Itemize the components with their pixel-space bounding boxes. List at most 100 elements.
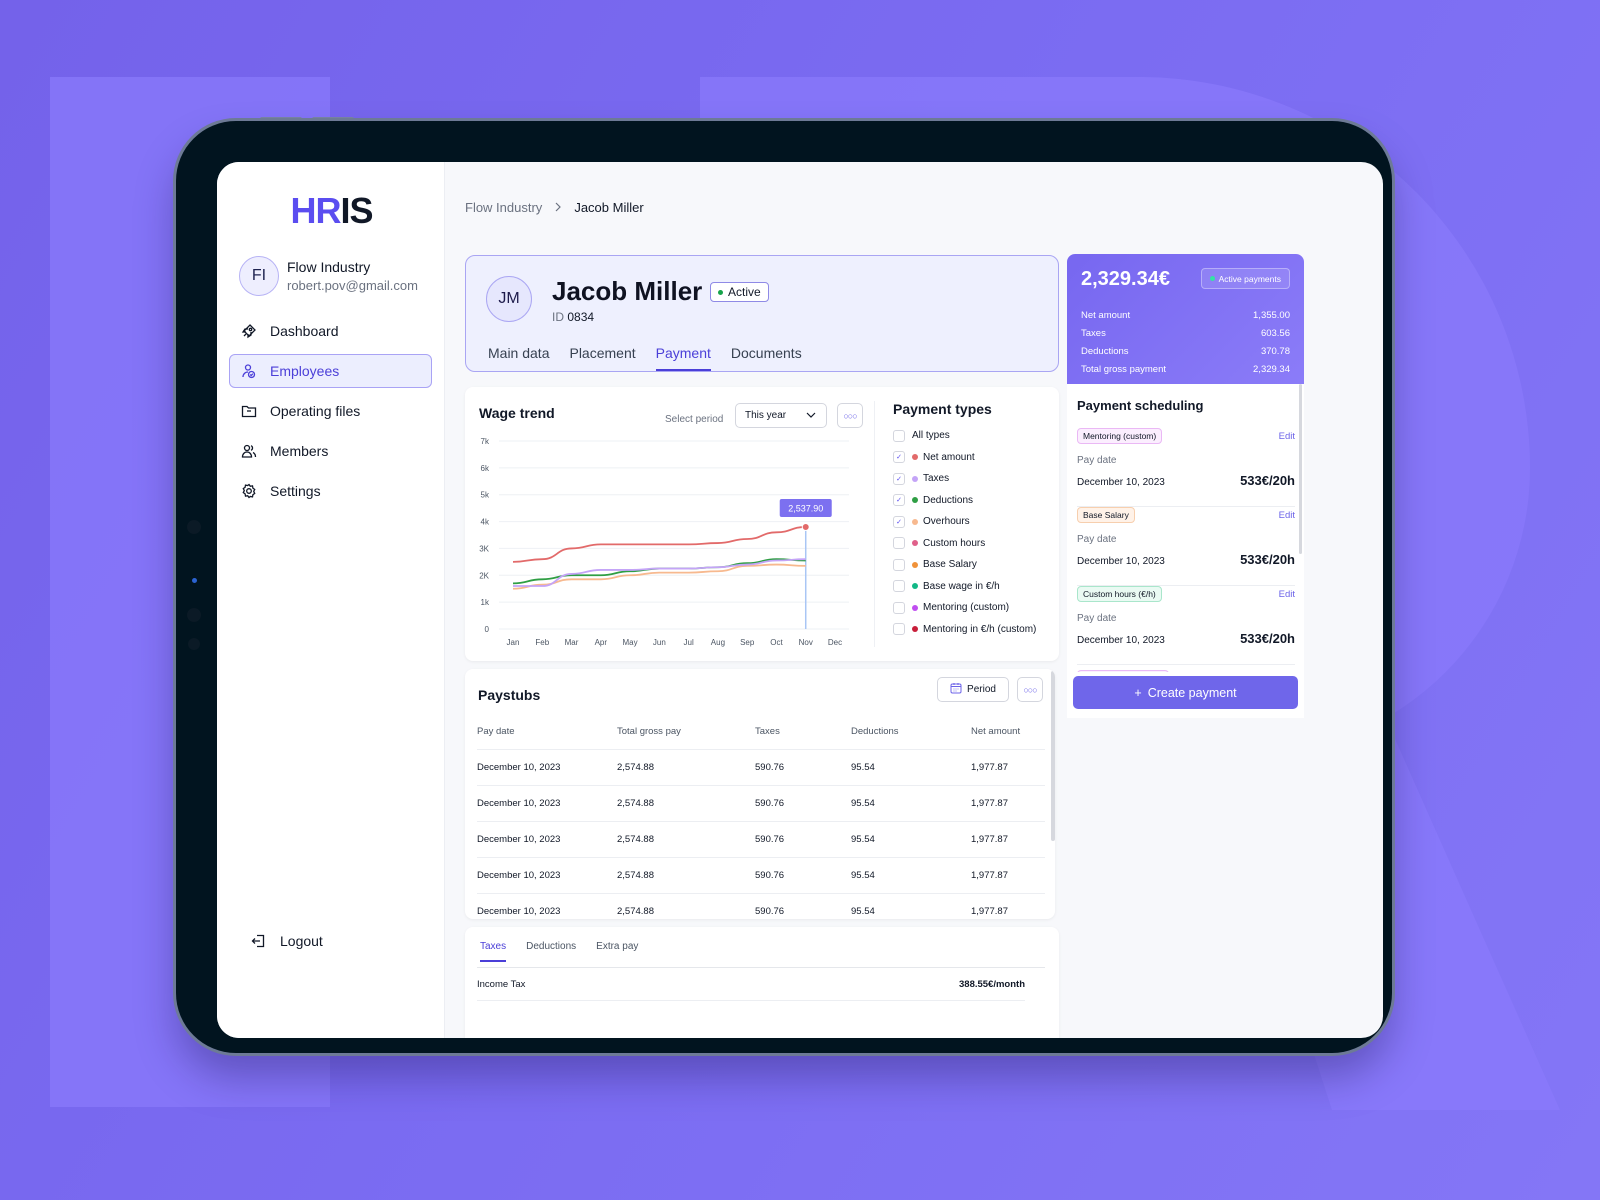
paystubs-more-button[interactable]: ○○○ (1017, 677, 1043, 702)
sidebar: H R IS FI Flow Industry robert.pov@gmail.c… (217, 162, 445, 1038)
organization-profile[interactable]: FI Flow Industry robert.pov@gmail.com (229, 256, 432, 296)
column-header[interactable]: Total gross pay (617, 715, 755, 750)
create-payment-button[interactable]: + Create payment (1073, 676, 1298, 709)
breadcrumb-parent[interactable]: Flow Industry (465, 200, 542, 215)
table-cell: December 10, 2023 (477, 857, 617, 894)
checkbox[interactable] (893, 429, 905, 442)
gear-icon (240, 482, 258, 500)
tab-main-data[interactable]: Main data (488, 345, 549, 371)
column-header[interactable]: Taxes (755, 715, 851, 750)
color-dot-icon (912, 540, 918, 547)
edit-link[interactable]: Edit (1279, 431, 1295, 442)
tab-documents[interactable]: Documents (731, 345, 802, 371)
checkbox-checked[interactable]: ✓ (893, 515, 905, 528)
logout-button[interactable]: Logout (239, 924, 324, 958)
payment-types-title: Payment types (893, 401, 992, 417)
payment-type-item[interactable]: Custom hours (893, 533, 1036, 555)
payment-type-item[interactable]: ✓ Taxes (893, 468, 1036, 490)
summary-row: Deductions 370.78 (1081, 342, 1290, 360)
payment-type-label: Base wage in €/h (923, 580, 1000, 592)
table-row[interactable]: December 10, 2023 2,574.88 590.76 95.54 1,97… (477, 749, 1045, 786)
payment-type-item[interactable]: ✓ Deductions (893, 490, 1036, 512)
x-tick-label: May (623, 638, 638, 647)
sidebar-item-members[interactable]: Members (229, 434, 432, 468)
sidebar-item-dashboard[interactable]: Dashboard (229, 314, 432, 348)
pay-rate: 533€/20h (1240, 473, 1295, 488)
employee-name: Jacob Miller (552, 276, 703, 306)
tag-pill: Custom hours (€/h) (1077, 586, 1162, 602)
table-row[interactable]: December 10, 2023 2,574.88 590.76 95.54 1,97… (477, 893, 1045, 919)
org-avatar: FI (239, 256, 279, 296)
color-dot-icon (912, 454, 918, 461)
x-tick-label: Jun (653, 638, 666, 647)
payment-type-item[interactable]: Base wage in €/h (893, 576, 1036, 598)
y-tick-label: 7k (481, 437, 490, 446)
checkbox-checked[interactable]: ✓ (893, 494, 905, 507)
column-header[interactable]: Pay date (477, 715, 617, 750)
column-header[interactable]: Net amount (971, 715, 1045, 750)
paystubs-card: Paystubs Period ○○○ Pay date Total gross … (465, 669, 1055, 919)
pay-date: December 10, 2023 (1077, 477, 1165, 488)
wage-trend-card: Wage trend Select period This year ○○○ 0… (465, 387, 1059, 661)
table-cell: 2,574.88 (617, 893, 755, 919)
payment-type-item[interactable]: Mentoring (custom) (893, 597, 1036, 619)
pay-date: December 10, 2023 (1077, 556, 1165, 567)
status-dot-icon (718, 289, 723, 295)
checkbox[interactable] (893, 558, 905, 571)
tab-deductions[interactable]: Deductions (526, 941, 576, 962)
checkbox-checked[interactable]: ✓ (893, 472, 905, 485)
payment-type-label: Custom hours (923, 537, 986, 549)
x-tick-label: Mar (565, 638, 579, 647)
table-cell: 2,574.88 (617, 857, 755, 894)
payment-type-item[interactable]: Mentoring in €/h (custom) (893, 619, 1036, 641)
checkbox[interactable] (893, 580, 905, 593)
payment-type-item[interactable]: All types (893, 425, 1036, 447)
tab-taxes[interactable]: Taxes (480, 941, 507, 962)
series-line-net-amount (512, 526, 806, 563)
color-dot-icon (912, 626, 918, 633)
payment-type-item[interactable]: ✓ Overhours (893, 511, 1036, 533)
edit-link[interactable]: Edit (1279, 589, 1295, 600)
sidebar-item-employees[interactable]: Employees (229, 354, 432, 388)
tab-placement[interactable]: Placement (569, 345, 635, 371)
checkbox[interactable] (893, 623, 905, 636)
tab-extra-pay[interactable]: Extra pay (596, 941, 638, 962)
tablet-sensor (187, 520, 201, 534)
scheduling-item: Custom hours (€/h) Edit Pay date Decembe… (1077, 586, 1295, 665)
scheduling-item: Base Salary Edit Pay date December 10, 2… (1077, 507, 1295, 586)
table-row[interactable]: December 10, 2023 2,574.88 590.76 95.54 1,97… (477, 857, 1045, 894)
table-cell: 2,574.88 (617, 749, 755, 786)
scheduling-scrollbar[interactable] (1299, 384, 1302, 554)
edit-link[interactable]: Edit (1279, 510, 1295, 521)
checkbox-checked[interactable]: ✓ (893, 451, 905, 464)
table-cell: 1,977.87 (971, 749, 1045, 786)
payment-type-item[interactable]: ✓ Net amount (893, 447, 1036, 469)
y-tick-label: 2K (479, 571, 489, 580)
payment-types-panel: Payment types All types ✓ Net amount ✓ Taxes… (893, 401, 1036, 640)
tab-payment[interactable]: Payment (655, 345, 711, 371)
x-tick-label: Dec (828, 638, 842, 647)
checkbox[interactable] (893, 537, 905, 550)
period-button[interactable]: Period (937, 677, 1009, 702)
table-cell: December 10, 2023 (477, 821, 617, 858)
status-dot-icon (1209, 276, 1215, 281)
sidebar-item-settings[interactable]: Settings (229, 474, 432, 508)
table-cell: December 10, 2023 (477, 893, 617, 919)
column-header[interactable]: Deductions (851, 715, 971, 750)
table-cell: 1,977.87 (971, 821, 1045, 858)
table-row[interactable]: December 10, 2023 2,574.88 590.76 95.54 1,97… (477, 785, 1045, 822)
table-cell: 2,574.88 (617, 785, 755, 822)
summary-label: Total gross payment (1081, 363, 1167, 375)
table-row[interactable]: December 10, 2023 2,574.88 590.76 95.54 1,97… (477, 821, 1045, 858)
sidebar-item-operating-files[interactable]: Operating files (229, 394, 432, 428)
hris-logo[interactable]: H R IS (291, 190, 374, 231)
wage-trend-title: Wage trend (479, 405, 555, 421)
pay-date-label: Pay date (1077, 613, 1117, 624)
payment-scheduling-title: Payment scheduling (1077, 398, 1204, 413)
paystubs-scrollbar[interactable] (1051, 671, 1055, 841)
payment-type-item[interactable]: Base Salary (893, 554, 1036, 576)
x-tick-label: Nov (799, 638, 813, 647)
main-content: Flow Industry Jacob Miller JM Jacob Mill… (445, 162, 1383, 1038)
x-tick-label: Sep (740, 638, 755, 647)
checkbox[interactable] (893, 601, 905, 614)
